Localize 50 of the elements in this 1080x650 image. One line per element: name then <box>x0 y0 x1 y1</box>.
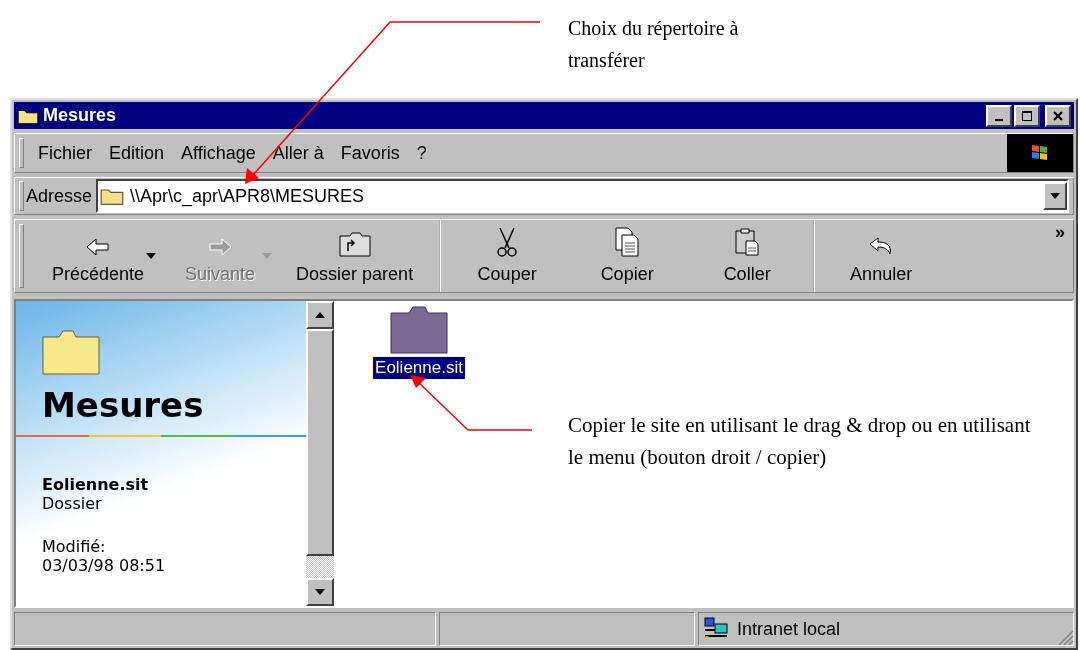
up-caret-icon <box>315 312 325 318</box>
menu-item[interactable]: Affichage <box>181 142 256 164</box>
close-icon <box>1052 109 1064 122</box>
menu-item[interactable]: ? <box>416 142 427 164</box>
toolbar-button[interactable]: Coller <box>687 221 808 291</box>
folder-icon[interactable] <box>389 305 449 355</box>
menu-item[interactable]: Favoris <box>340 142 400 164</box>
scrollbar[interactable] <box>306 301 334 606</box>
minimize-icon <box>995 118 1003 121</box>
scroll-track[interactable] <box>306 556 334 578</box>
menu-item[interactable]: Edition <box>109 142 165 164</box>
panel-title: Mesures <box>42 385 205 425</box>
window-title: Mesures <box>43 105 117 126</box>
toolbar-button[interactable]: Couper <box>447 221 568 291</box>
copy-icon <box>613 226 642 258</box>
forward-arrow-icon <box>207 236 234 258</box>
minimize-button[interactable] <box>986 104 1012 127</box>
maximize-button[interactable] <box>1014 104 1040 127</box>
scissors-icon <box>495 226 520 258</box>
caret-icon[interactable] <box>146 253 157 259</box>
back-arrow-icon <box>85 236 112 258</box>
resize-grip-icon[interactable] <box>1056 628 1074 646</box>
scroll-down-button[interactable] <box>306 578 334 606</box>
file-label[interactable]: Eolienne.sit <box>373 357 465 379</box>
toolbar-button[interactable]: Copier <box>567 221 688 291</box>
modified-label: Modifié: <box>42 537 107 556</box>
close-button[interactable] <box>1045 104 1071 127</box>
toolbar-button[interactable]: Annuler <box>821 221 942 291</box>
caret-icon <box>1050 193 1060 199</box>
parent-folder-icon <box>337 230 372 258</box>
menu-item[interactable]: Fichier <box>38 142 92 164</box>
network-computers-icon <box>703 617 731 641</box>
address-field[interactable]: \\Apr\c_apr\APR8\MESURES <box>96 179 1069 213</box>
scroll-up-button[interactable] <box>306 301 334 329</box>
item-name: Eolienne.sit <box>42 475 150 494</box>
zone-label: Intranet local <box>737 618 841 640</box>
dropdown-button[interactable] <box>1043 182 1067 210</box>
annotation-text: Copier le site en utilisant le drag & drop ou en utilisant le menu (bouton droit / copier) <box>568 412 1032 471</box>
more-chevron[interactable]: » <box>1047 220 1073 245</box>
scroll-thumb[interactable] <box>306 329 334 556</box>
caret-icon <box>315 589 325 595</box>
annotation-text: Choix du répertoire à transférer <box>568 16 740 73</box>
address-label: Adresse <box>26 185 93 207</box>
paste-icon <box>733 226 762 258</box>
folder-icon <box>100 186 125 206</box>
menu-item[interactable]: Aller à <box>272 142 324 164</box>
item-type: Dossier <box>42 494 103 513</box>
maximize-icon <box>1021 109 1033 122</box>
folder-icon <box>42 329 100 375</box>
modified-date: 03/03/98 08:51 <box>42 556 167 575</box>
